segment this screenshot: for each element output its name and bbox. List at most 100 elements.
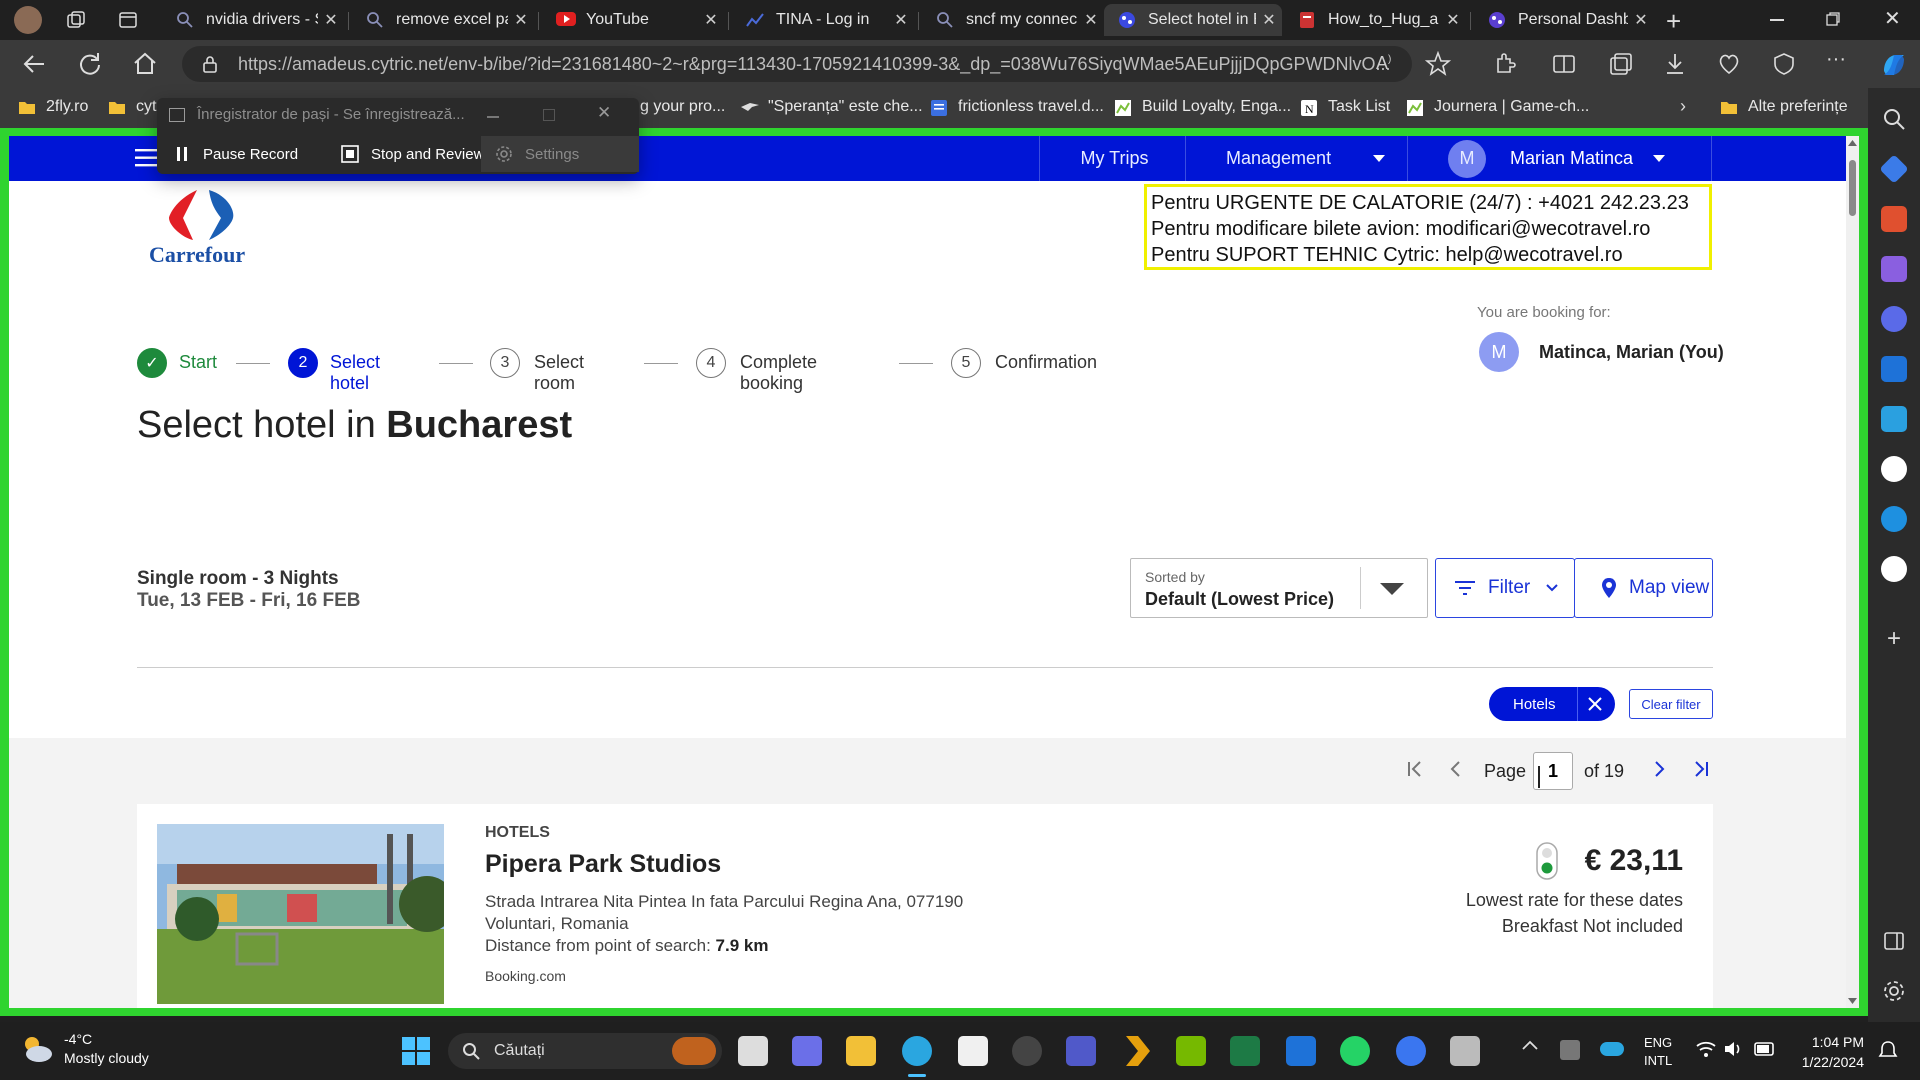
stop-and-review-button[interactable]: Stop and Review xyxy=(327,136,498,172)
collections-icon[interactable] xyxy=(1608,51,1634,77)
tab-sncf[interactable]: sncf my connec ✕ xyxy=(922,4,1104,36)
close-icon[interactable]: ✕ xyxy=(1256,10,1282,30)
tab-how-to-hug[interactable]: How_to_Hug_a ✕ xyxy=(1284,4,1466,36)
close-icon[interactable]: ✕ xyxy=(1440,10,1466,30)
hamburger-menu-icon[interactable] xyxy=(135,148,157,168)
hide-sidebar-icon[interactable] xyxy=(1881,928,1907,954)
next-page-icon[interactable] xyxy=(1654,760,1666,778)
volume-icon[interactable] xyxy=(1724,1040,1744,1058)
app-icon[interactable] xyxy=(1450,1036,1480,1066)
profile-avatar[interactable] xyxy=(14,6,42,34)
favorite-2fly[interactable]: 2fly.ro xyxy=(18,98,88,116)
new-tab-icon[interactable]: + xyxy=(1666,6,1681,37)
nvidia-icon[interactable] xyxy=(1176,1036,1206,1066)
favorite-journera[interactable]: Journera | Game-ch... xyxy=(1406,98,1589,116)
app-circle-icon[interactable] xyxy=(1881,556,1907,582)
refresh-icon[interactable] xyxy=(77,51,103,77)
steps-recorder-window[interactable]: Înregistrator de pași - Se înregistrează… xyxy=(157,98,639,174)
hotels-filter-chip[interactable]: Hotels xyxy=(1489,687,1615,721)
remove-chip-close-icon[interactable] xyxy=(1587,696,1603,712)
copilot-icon[interactable] xyxy=(1880,51,1906,77)
first-page-icon[interactable] xyxy=(1407,760,1423,778)
tab-personal-dashboard[interactable]: Personal Dashb ✕ xyxy=(1474,4,1654,36)
microsoft-store-icon[interactable] xyxy=(958,1036,988,1066)
workspaces-icon[interactable] xyxy=(66,10,86,30)
close-icon[interactable]: ✕ xyxy=(888,10,914,30)
hotel-photo[interactable] xyxy=(157,824,444,1004)
tab-remove-excel[interactable]: remove excel pa ✕ xyxy=(352,4,534,36)
tray-app-icon[interactable] xyxy=(1560,1040,1580,1060)
add-icon[interactable]: + xyxy=(1881,626,1907,652)
page-scrollbar[interactable] xyxy=(1846,136,1859,1008)
excel-icon[interactable] xyxy=(1230,1036,1260,1066)
last-page-icon[interactable] xyxy=(1693,760,1709,778)
clear-filter-button[interactable]: Clear filter xyxy=(1629,689,1713,719)
send-icon[interactable] xyxy=(1881,406,1907,432)
tab-tina[interactable]: TINA - Log in ✕ xyxy=(732,4,914,36)
tab-actions-icon[interactable] xyxy=(118,10,138,30)
search-icon[interactable] xyxy=(1881,106,1907,132)
carrefour-logo[interactable]: Carrefour xyxy=(149,186,269,268)
management-menu[interactable]: Management xyxy=(1185,136,1409,181)
traveler-selector[interactable]: M Matinca, Marian (You) xyxy=(1479,332,1724,372)
downloads-icon[interactable] xyxy=(1662,51,1688,77)
recorder-settings-button[interactable]: Settings xyxy=(481,136,639,172)
weather-widget[interactable]: -4°C Mostly cloudy xyxy=(20,1030,149,1068)
filter-button[interactable]: Filter xyxy=(1435,558,1575,618)
sort-dropdown[interactable]: Sorted by Default (Lowest Price) xyxy=(1130,558,1428,618)
teams-icon[interactable] xyxy=(1066,1036,1096,1066)
file-explorer-icon[interactable] xyxy=(846,1036,876,1066)
whatsapp-icon[interactable] xyxy=(1340,1036,1370,1066)
favorite-task-list[interactable]: N Task List xyxy=(1300,98,1390,116)
sort-caret-down-icon[interactable] xyxy=(1380,583,1404,597)
plex-icon[interactable] xyxy=(1126,1036,1150,1066)
browser-essentials-icon[interactable] xyxy=(1771,51,1797,77)
pause-record-button[interactable]: Pause Record xyxy=(163,136,312,172)
teams-meet-icon[interactable] xyxy=(792,1036,822,1066)
favorite-speranta[interactable]: "Speranța" este che... xyxy=(740,98,923,116)
favorite-your-pro[interactable]: g your pro... xyxy=(640,98,725,116)
scroll-up-icon[interactable] xyxy=(1848,140,1857,146)
copilot-app-icon[interactable] xyxy=(1881,306,1907,332)
shopping-tag-icon[interactable] xyxy=(1879,154,1909,184)
wifi-icon[interactable] xyxy=(1696,1040,1716,1058)
favorite-star-icon[interactable] xyxy=(1425,51,1451,77)
favorite-other-folder[interactable]: Alte preferințe xyxy=(1720,98,1848,116)
restore-icon[interactable] xyxy=(1826,12,1840,26)
my-trips-link[interactable]: My Trips xyxy=(1039,136,1189,181)
outlook-icon[interactable] xyxy=(1286,1036,1316,1066)
more-icon[interactable]: ··· xyxy=(1826,48,1852,74)
hotel-name[interactable]: Pipera Park Studios xyxy=(485,850,721,879)
back-icon[interactable] xyxy=(22,51,48,77)
edge-browser-icon[interactable] xyxy=(902,1036,932,1066)
dell-icon[interactable] xyxy=(1012,1036,1042,1066)
task-view-icon[interactable] xyxy=(738,1036,768,1066)
favorite-frictionless[interactable]: frictionless travel.d... xyxy=(930,98,1104,116)
settings-gear-icon[interactable] xyxy=(1881,978,1907,1004)
previous-page-icon[interactable] xyxy=(1449,760,1461,778)
amazon-icon[interactable] xyxy=(1881,506,1907,532)
app-circle-icon[interactable] xyxy=(1881,456,1907,482)
close-icon[interactable]: ✕ xyxy=(1078,10,1104,30)
close-icon[interactable]: ✕ xyxy=(318,10,344,30)
recorder-close-icon[interactable]: ✕ xyxy=(597,103,611,123)
battery-icon[interactable] xyxy=(1754,1042,1776,1056)
user-menu[interactable]: M Marian Matinca xyxy=(1407,136,1712,181)
tab-youtube[interactable]: YouTube ✕ xyxy=(542,4,724,36)
tab-nvidia[interactable]: nvidia drivers - S ✕ xyxy=(162,4,344,36)
favorite-build-loyalty[interactable]: Build Loyalty, Enga... xyxy=(1114,98,1291,116)
lock-icon[interactable] xyxy=(202,55,218,73)
games-icon[interactable] xyxy=(1881,256,1907,282)
favorites-more-chevron-icon[interactable]: › xyxy=(1680,96,1686,117)
signal-icon[interactable] xyxy=(1396,1036,1426,1066)
language-indicator[interactable]: ENG INTL xyxy=(1644,1034,1672,1070)
recorder-minimize-icon[interactable] xyxy=(487,116,499,118)
read-aloud-icon[interactable]: A) xyxy=(1376,53,1402,79)
window-close-icon[interactable]: ✕ xyxy=(1884,6,1901,31)
minimize-icon[interactable] xyxy=(1770,19,1784,21)
close-icon[interactable]: ✕ xyxy=(508,10,534,30)
close-icon[interactable]: ✕ xyxy=(698,10,724,30)
favorite-cyt[interactable]: cyt xyxy=(108,98,156,116)
taskbar-search-box[interactable]: Căutați xyxy=(448,1033,722,1069)
split-screen-icon[interactable] xyxy=(1551,51,1577,77)
